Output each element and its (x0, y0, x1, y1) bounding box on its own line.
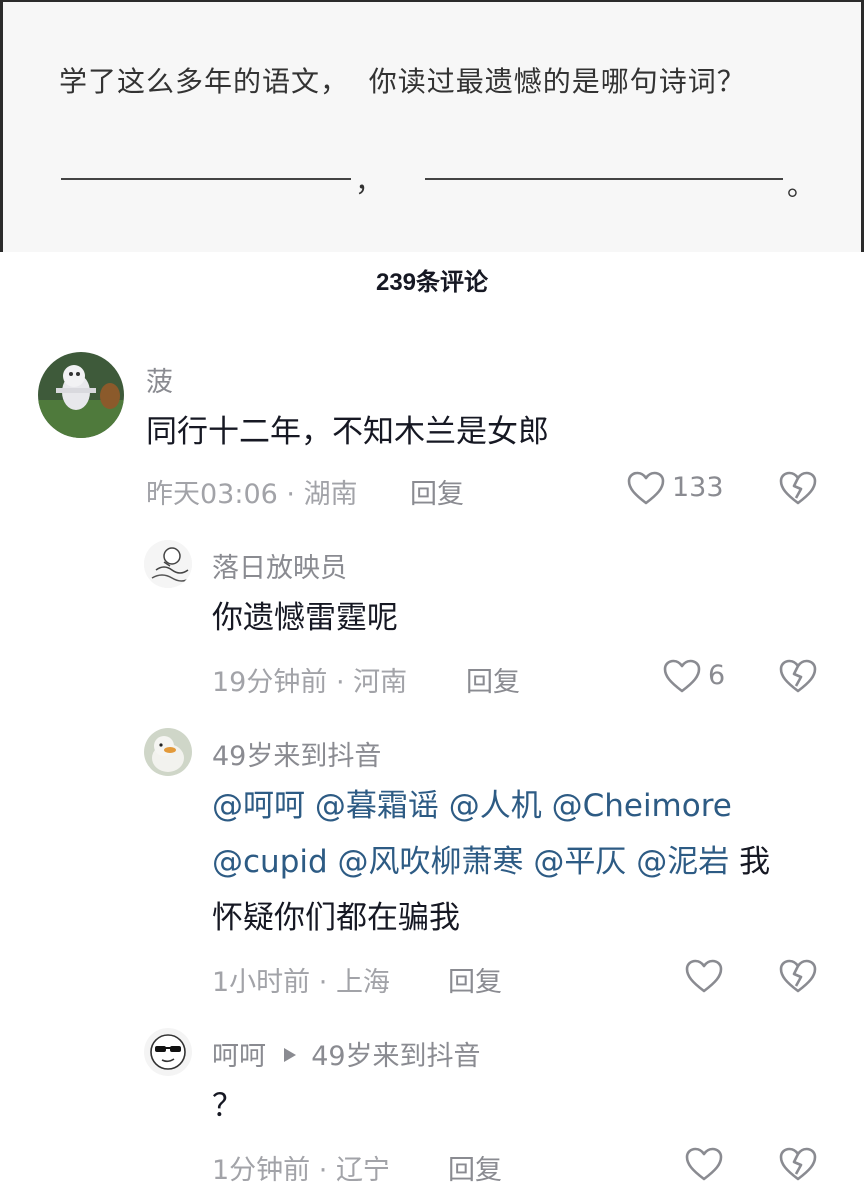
avatar[interactable] (144, 728, 192, 776)
heart-icon[interactable] (684, 958, 724, 994)
meta-separator: · (327, 667, 354, 698)
comment-author-name: 呵呵 49岁来到抖音 (212, 1034, 481, 1073)
avatar[interactable] (144, 1028, 192, 1076)
broken-heart-icon[interactable] (778, 470, 818, 506)
comment-time: 1小时前 (212, 967, 311, 998)
play-triangle-icon (283, 1039, 297, 1070)
heart-icon[interactable] (684, 1146, 724, 1182)
comment-meta: 昨天03:06 · 湖南 (146, 472, 358, 511)
reply-button[interactable]: 回复 (410, 472, 464, 511)
fill-blank-line-1 (61, 178, 351, 180)
broken-heart-icon[interactable] (778, 658, 818, 694)
comment-location: 辽宁 (335, 1155, 390, 1186)
mention-link[interactable]: @平仄 (533, 844, 626, 880)
avatar[interactable] (144, 540, 192, 588)
comment-text-tail: 我 (739, 844, 771, 880)
comment-text: 怀疑你们都在骗我 (212, 900, 460, 936)
comment-author-name[interactable]: 菠 (146, 360, 173, 399)
comment-text: 你遗憾雷霆呢 (212, 600, 398, 636)
broken-heart-icon[interactable] (778, 1146, 818, 1182)
like-count: 6 (708, 660, 726, 691)
comment-meta: 19分钟前 · 河南 (212, 660, 407, 699)
comment-text: @呵呵 @暮霜谣 @人机 @Cheimore (212, 778, 732, 834)
comment-text: ？ (212, 1088, 243, 1124)
fill-blank-comma: ， (355, 165, 384, 198)
comment-location: 上海 (335, 967, 390, 998)
comment-text: @cupid @风吹柳萧寒 @平仄 @泥岩 我 (212, 834, 770, 890)
comment-time: 19分钟前 (212, 667, 328, 698)
meta-separator: · (310, 1155, 336, 1186)
avatar-image (144, 540, 192, 588)
comment-meta: 1分钟前 · 辽宁 (212, 1148, 390, 1187)
reply-button[interactable]: 回复 (448, 960, 502, 999)
comment-text: 同行十二年，不知木兰是女郎 (146, 414, 549, 450)
avatar-image (38, 352, 124, 438)
comment-time: 昨天03:06 (146, 479, 278, 510)
reply-button[interactable]: 回复 (466, 660, 520, 699)
like-count: 133 (672, 472, 724, 503)
comment-author-name[interactable]: 落日放映员 (212, 546, 347, 585)
mention-link[interactable]: @暮霜谣 (315, 788, 439, 824)
mention-link[interactable]: @呵呵 (212, 788, 305, 824)
post-question-text: 学了这么多年的语文， 你读过最遗憾的是哪句诗词？ (59, 65, 746, 98)
comment-time: 1分钟前 (212, 1155, 311, 1186)
meta-separator: · (277, 479, 304, 510)
meta-separator: · (310, 967, 336, 998)
comment-author-name[interactable]: 49岁来到抖音 (212, 734, 381, 773)
mention-link[interactable]: @风吹柳萧寒 (338, 844, 524, 880)
avatar[interactable] (38, 352, 124, 438)
heart-icon[interactable] (662, 658, 702, 694)
post-image-card[interactable]: 学了这么多年的语文， 你读过最遗憾的是哪句诗词？ ， 。 (0, 0, 864, 252)
avatar-image (144, 728, 192, 776)
mention-link[interactable]: @Cheimore (552, 788, 732, 824)
mention-link[interactable]: @人机 (449, 788, 542, 824)
heart-icon[interactable] (626, 470, 666, 506)
mention-link[interactable]: @泥岩 (636, 844, 729, 880)
broken-heart-icon[interactable] (778, 958, 818, 994)
mention-link[interactable]: @cupid (212, 844, 328, 880)
comment-location: 湖南 (303, 479, 358, 510)
comment-count-title: 239条评论 (375, 269, 489, 296)
fill-blank-period: 。 (787, 169, 816, 202)
comment-author-name-link[interactable]: 呵呵 (212, 1041, 266, 1072)
reply-button[interactable]: 回复 (448, 1148, 502, 1187)
comment-location: 河南 (353, 667, 408, 698)
avatar-image (144, 1028, 192, 1076)
reply-to-name[interactable]: 49岁来到抖音 (311, 1041, 480, 1072)
fill-blank-line-2 (425, 178, 783, 180)
comment-meta: 1小时前 · 上海 (212, 960, 390, 999)
